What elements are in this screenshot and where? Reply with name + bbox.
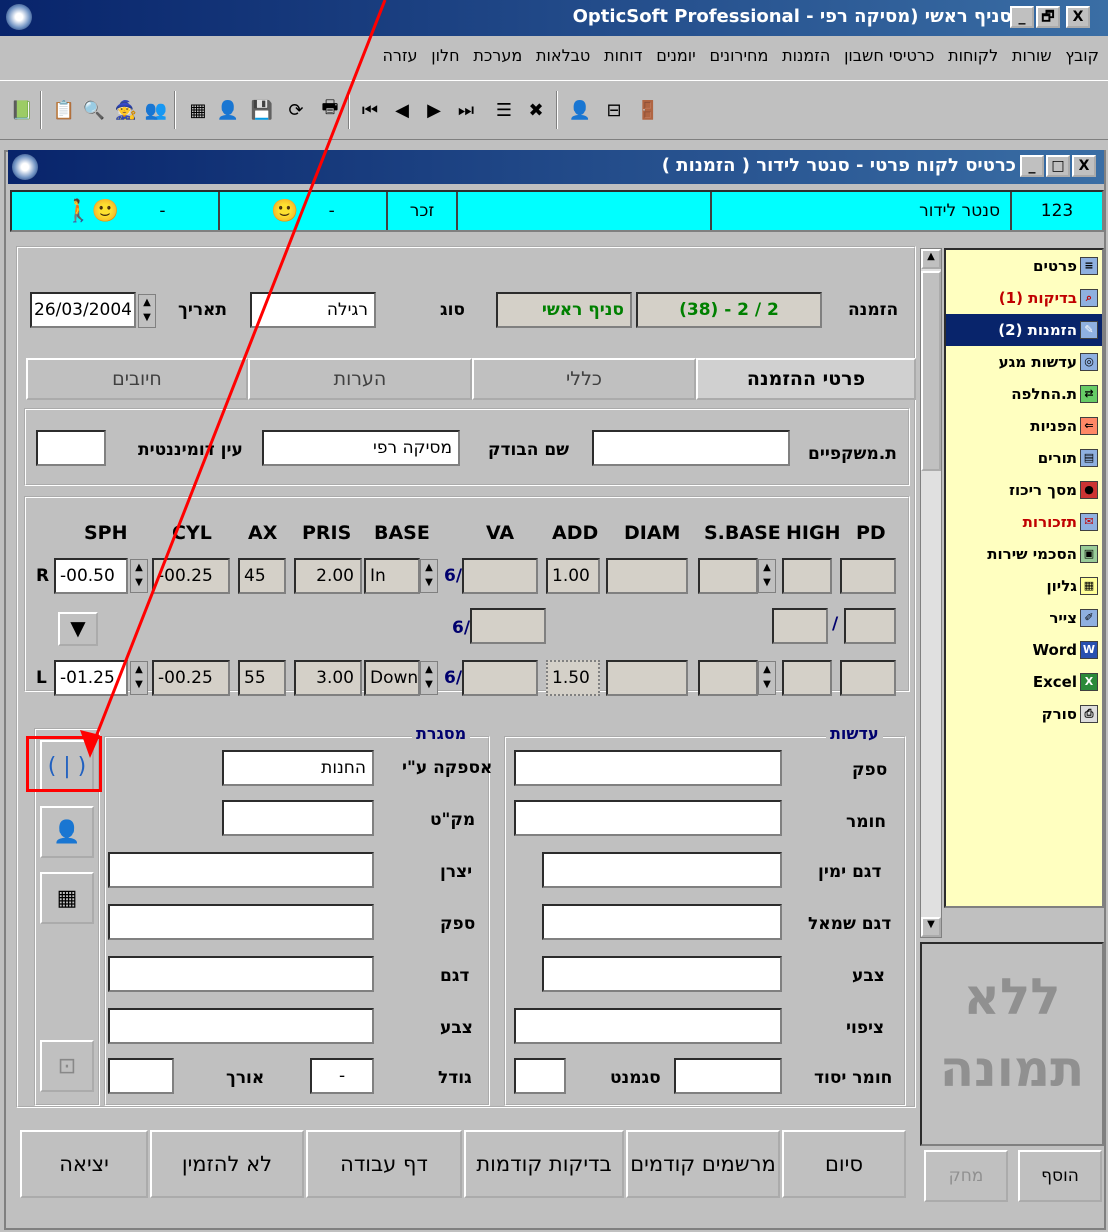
annotation-arrow — [80, 0, 387, 758]
